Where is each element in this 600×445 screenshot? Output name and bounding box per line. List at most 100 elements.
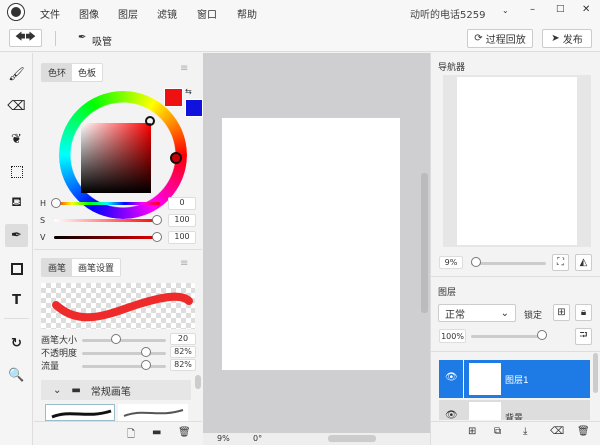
maximize-icon[interactable]: □ — [556, 4, 565, 14]
new-brush-icon[interactable]: 🗋 — [127, 427, 135, 444]
navigator-zoom-slider[interactable] — [471, 262, 546, 265]
canvas-area[interactable] — [203, 53, 430, 433]
navigator-zoom-value[interactable]: 9% — [439, 256, 463, 269]
merge-down-icon[interactable]: ⤓ — [523, 426, 527, 437]
lock-transparency-button[interactable]: ⊞ — [553, 304, 570, 321]
layer-opacity-slider[interactable] — [471, 335, 546, 338]
leaf-icon[interactable]: ❦ — [5, 128, 28, 151]
fit-screen-button[interactable]: ⛶ — [552, 254, 569, 271]
text-icon[interactable]: T — [5, 289, 28, 312]
transform-icon[interactable]: ↻ — [5, 332, 28, 355]
layer-name: 背景 — [505, 414, 524, 420]
rectangle-icon[interactable] — [5, 257, 28, 280]
brush-stroke-preview — [52, 292, 193, 322]
menu-help[interactable]: 帮助 — [237, 6, 257, 21]
user-name[interactable]: 动听的电话5259 — [410, 6, 485, 21]
layer-row[interactable]: 👁︎ 背景 — [439, 400, 590, 420]
menu-file[interactable]: 文件 — [40, 6, 60, 21]
brush-icon[interactable]: 🖌 — [5, 63, 28, 86]
s-value-input[interactable]: 100 — [168, 214, 196, 227]
brush-size-slider[interactable] — [82, 339, 166, 342]
tab-brush[interactable]: 画笔 — [42, 259, 73, 276]
replay-icon: ⟳ — [474, 33, 486, 44]
blend-mode-select[interactable]: 正常 ⌄ — [438, 304, 516, 322]
saturation-value-square[interactable] — [81, 123, 151, 193]
panel-menu-icon[interactable]: ≡ — [180, 258, 188, 269]
opacity-value[interactable]: 82% — [170, 346, 196, 358]
flow-value[interactable]: 82% — [170, 359, 196, 371]
horizontal-scrollbar[interactable] — [328, 435, 376, 442]
opacity-slider[interactable] — [82, 352, 166, 355]
brush-size-handle[interactable] — [111, 334, 121, 344]
redo-icon[interactable]: 🡆 — [26, 30, 36, 47]
primary-color-swatch[interactable] — [164, 88, 183, 107]
v-slider-handle[interactable] — [152, 232, 162, 242]
s-slider-handle[interactable] — [152, 215, 162, 225]
layer-row-selected[interactable]: 👁︎ 图层1 — [439, 360, 590, 398]
tab-swatches[interactable]: 色板 — [72, 64, 102, 81]
layer-opacity-value[interactable]: 100% — [439, 329, 466, 343]
trash-icon[interactable]: 🗑 — [577, 426, 590, 437]
sv-picker-handle[interactable] — [145, 116, 155, 126]
h-value-input[interactable]: 0 — [168, 197, 196, 210]
secondary-color-swatch[interactable] — [185, 99, 203, 117]
minimize-icon[interactable]: – — [530, 4, 535, 15]
menu-window[interactable]: 窗口 — [197, 6, 217, 21]
brush-preview — [41, 283, 195, 329]
undo-icon[interactable]: 🡄 — [15, 30, 25, 47]
chevron-down-icon[interactable]: ⌄ — [502, 6, 509, 15]
divider — [55, 31, 56, 46]
eyedropper-icon[interactable]: ✒ — [5, 224, 28, 247]
lock-layer-button[interactable]: 🔒︎ — [575, 304, 592, 321]
clear-layer-icon[interactable]: ⌫ — [550, 426, 564, 437]
chevron-down-icon: ⌄ — [53, 384, 62, 396]
flip-button[interactable]: ◭ — [575, 254, 592, 271]
folder-icon[interactable]: ▬ — [152, 427, 161, 438]
bucket-icon[interactable]: ⛾ — [5, 192, 28, 215]
zoom-icon[interactable]: 🔍 — [5, 364, 28, 387]
layers-scrollbar[interactable] — [593, 353, 598, 393]
trash-icon[interactable]: 🗑 — [178, 427, 191, 438]
clip-icon: ⮒ — [579, 330, 588, 341]
s-slider[interactable] — [54, 219, 160, 222]
h-slider-handle[interactable] — [51, 198, 61, 208]
eye-icon[interactable]: 👁︎ — [445, 410, 458, 420]
flow-handle[interactable] — [141, 360, 151, 370]
brush-item[interactable] — [45, 404, 115, 421]
opacity-handle[interactable] — [141, 347, 151, 357]
eraser-icon[interactable]: ⌫ — [5, 95, 28, 118]
send-icon: ➤ — [551, 33, 563, 44]
canvas-document[interactable] — [222, 118, 400, 370]
tab-color-wheel[interactable]: 色环 — [42, 64, 73, 81]
publish-button[interactable]: ➤ 发布 — [542, 29, 592, 48]
layer-opacity-handle[interactable] — [537, 330, 547, 340]
menu-image[interactable]: 图像 — [79, 6, 99, 21]
brush-list-scrollbar[interactable] — [195, 375, 201, 389]
hue-picker-handle[interactable] — [170, 152, 182, 164]
checker-icon: ⊞ — [557, 307, 566, 318]
panel-menu-icon[interactable]: ≡ — [180, 63, 188, 74]
vertical-scrollbar[interactable] — [421, 173, 428, 313]
menu-layer[interactable]: 图层 — [118, 6, 138, 21]
brush-item[interactable] — [118, 404, 188, 421]
v-slider[interactable] — [54, 236, 160, 239]
brush-group-header[interactable]: ⌄ ▬ 常规画笔 — [41, 380, 191, 400]
duplicate-layer-icon[interactable]: ⧉ — [494, 426, 501, 437]
flow-slider[interactable] — [82, 365, 166, 368]
h-slider[interactable] — [54, 202, 160, 205]
clip-layer-button[interactable]: ⮒ — [575, 328, 592, 345]
navigator-zoom-handle[interactable] — [471, 257, 481, 267]
add-layer-icon[interactable]: ⊞ — [468, 426, 476, 437]
tab-brush-settings[interactable]: 画笔设置 — [72, 259, 120, 276]
brush-size-value[interactable]: 20 — [170, 333, 196, 345]
eye-icon[interactable]: 👁︎ — [445, 372, 458, 383]
color-tabs: 色环 色板 — [41, 63, 104, 82]
selection-icon[interactable] — [5, 160, 28, 183]
navigator-preview[interactable] — [443, 75, 591, 247]
menu-filter[interactable]: 滤镜 — [157, 6, 177, 21]
v-value-input[interactable]: 100 — [168, 231, 196, 244]
layer-thumbnail — [469, 402, 501, 420]
replay-button[interactable]: ⟳ 过程回放 — [467, 29, 533, 48]
close-icon[interactable]: ✕ — [582, 4, 590, 15]
swap-colors-icon[interactable]: ⇆ — [185, 87, 192, 96]
